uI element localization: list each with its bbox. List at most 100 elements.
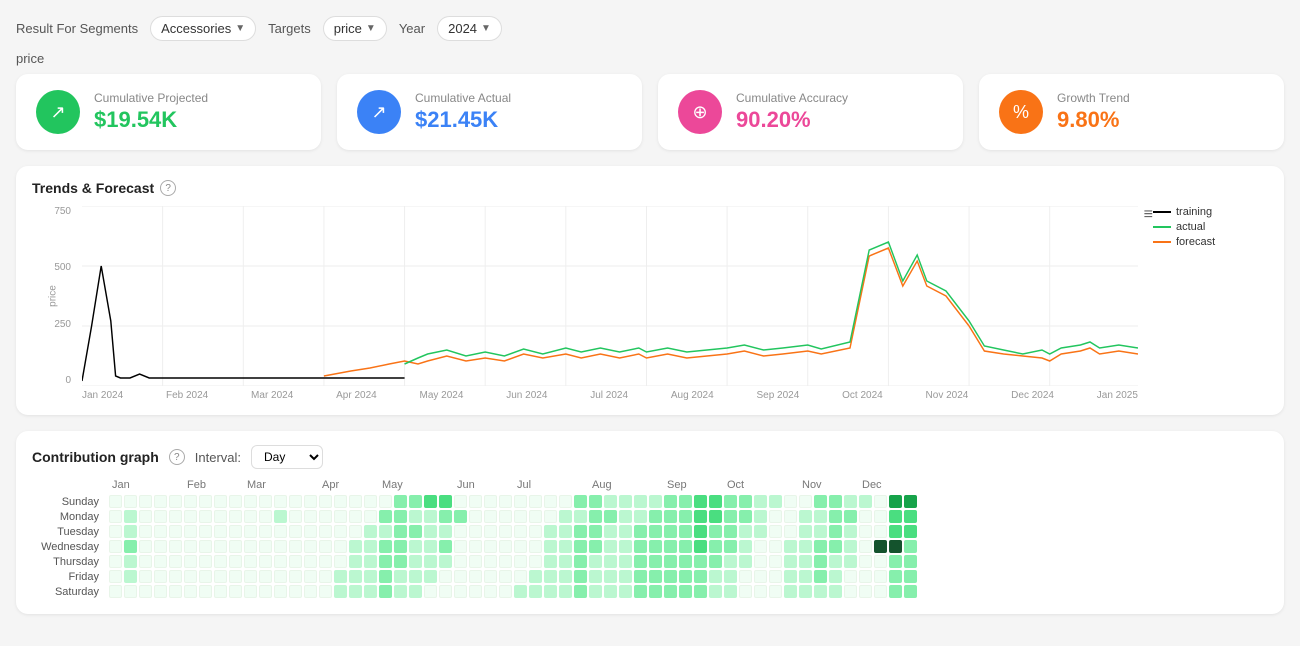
segment-dropdown[interactable]: Accessories ▼ bbox=[150, 16, 256, 41]
contrib-cell bbox=[454, 525, 467, 538]
contrib-cell bbox=[589, 495, 602, 508]
contrib-cell bbox=[244, 570, 257, 583]
contrib-cell bbox=[229, 495, 242, 508]
contrib-cell bbox=[529, 585, 542, 598]
contrib-cell bbox=[679, 510, 692, 523]
contrib-cell bbox=[244, 510, 257, 523]
contrib-cell bbox=[544, 540, 557, 553]
month-header: Jan bbox=[112, 479, 187, 491]
contrib-cell bbox=[454, 540, 467, 553]
contrib-cell bbox=[394, 510, 407, 523]
contrib-cell bbox=[184, 525, 197, 538]
contrib-cell bbox=[154, 585, 167, 598]
contrib-cell bbox=[784, 555, 797, 568]
contrib-cell bbox=[454, 570, 467, 583]
contrib-cell bbox=[424, 555, 437, 568]
contrib-cell bbox=[289, 555, 302, 568]
contrib-cell bbox=[769, 540, 782, 553]
contrib-cell bbox=[304, 510, 317, 523]
contrib-cell bbox=[469, 510, 482, 523]
contrib-cell bbox=[154, 510, 167, 523]
contribution-help-icon[interactable]: ? bbox=[169, 449, 185, 465]
contrib-cell bbox=[769, 570, 782, 583]
contrib-cell bbox=[544, 525, 557, 538]
contrib-cell bbox=[889, 495, 902, 508]
contrib-cell bbox=[724, 495, 737, 508]
contrib-cell bbox=[139, 540, 152, 553]
chart-wrapper: 750 500 250 0 price bbox=[32, 206, 1268, 401]
trend-svg bbox=[82, 206, 1138, 386]
contrib-cells bbox=[109, 540, 917, 553]
contrib-cell bbox=[604, 510, 617, 523]
contrib-cell bbox=[274, 525, 287, 538]
contrib-cell bbox=[664, 555, 677, 568]
year-dropdown[interactable]: 2024 ▼ bbox=[437, 16, 502, 41]
contrib-cell bbox=[724, 525, 737, 538]
contrib-cell bbox=[874, 525, 887, 538]
contrib-cell bbox=[619, 540, 632, 553]
contrib-cell bbox=[499, 510, 512, 523]
contrib-cell bbox=[529, 570, 542, 583]
contrib-cell bbox=[514, 525, 527, 538]
target-dropdown[interactable]: price ▼ bbox=[323, 16, 387, 41]
y-axis-title: price bbox=[47, 285, 58, 307]
contrib-cell bbox=[559, 570, 572, 583]
contrib-cell bbox=[634, 525, 647, 538]
contrib-cell bbox=[289, 570, 302, 583]
contrib-cell bbox=[724, 540, 737, 553]
month-header: Apr bbox=[322, 479, 382, 491]
contrib-cell bbox=[439, 495, 452, 508]
contrib-cell bbox=[754, 525, 767, 538]
contrib-cell bbox=[799, 525, 812, 538]
contrib-cell bbox=[334, 585, 347, 598]
month-header: Sep bbox=[667, 479, 727, 491]
kpi-accuracy: ⊕ Cumulative Accuracy 90.20% bbox=[658, 74, 963, 150]
contrib-cell bbox=[679, 555, 692, 568]
contrib-cell bbox=[694, 510, 707, 523]
contrib-row: Sunday bbox=[32, 495, 1268, 508]
contrib-cell bbox=[754, 585, 767, 598]
contrib-cell bbox=[529, 555, 542, 568]
contrib-cell bbox=[904, 570, 917, 583]
trends-help-icon[interactable]: ? bbox=[160, 180, 176, 196]
contrib-cell bbox=[724, 585, 737, 598]
day-label: Friday bbox=[32, 571, 107, 583]
contrib-cell bbox=[469, 585, 482, 598]
contrib-cell bbox=[604, 555, 617, 568]
chevron-down-icon: ▼ bbox=[235, 23, 245, 34]
contrib-cell bbox=[304, 570, 317, 583]
contrib-cell bbox=[244, 495, 257, 508]
contrib-cell bbox=[289, 585, 302, 598]
contrib-cell bbox=[889, 555, 902, 568]
contrib-cell bbox=[349, 570, 362, 583]
contrib-cell bbox=[244, 525, 257, 538]
contrib-cell bbox=[454, 510, 467, 523]
contrib-cell bbox=[139, 555, 152, 568]
legend-forecast: forecast bbox=[1153, 236, 1268, 248]
contrib-cell bbox=[319, 510, 332, 523]
trends-card: Trends & Forecast ? 750 500 250 0 price bbox=[16, 166, 1284, 415]
growth-value: 9.80% bbox=[1057, 107, 1130, 133]
chevron-down-icon: ▼ bbox=[481, 23, 491, 34]
contrib-cell bbox=[364, 585, 377, 598]
contrib-cell bbox=[334, 570, 347, 583]
chart-menu-icon[interactable]: ≡ bbox=[1144, 206, 1153, 224]
growth-title: Growth Trend bbox=[1057, 91, 1130, 105]
contrib-cells bbox=[109, 570, 917, 583]
contrib-cell bbox=[124, 585, 137, 598]
contrib-cell bbox=[139, 510, 152, 523]
contrib-cell bbox=[694, 585, 707, 598]
contrib-cell bbox=[169, 495, 182, 508]
contrib-cell bbox=[319, 540, 332, 553]
contrib-cell bbox=[409, 495, 422, 508]
contrib-cell bbox=[739, 495, 752, 508]
contrib-cell bbox=[154, 555, 167, 568]
legend-actual: actual bbox=[1153, 221, 1268, 233]
contrib-cell bbox=[844, 510, 857, 523]
interval-select[interactable]: Day Week Month bbox=[251, 445, 323, 469]
contrib-cell bbox=[799, 540, 812, 553]
year-label: Year bbox=[399, 21, 425, 36]
contrib-cell bbox=[229, 510, 242, 523]
contrib-cell bbox=[139, 525, 152, 538]
contrib-cell bbox=[319, 585, 332, 598]
